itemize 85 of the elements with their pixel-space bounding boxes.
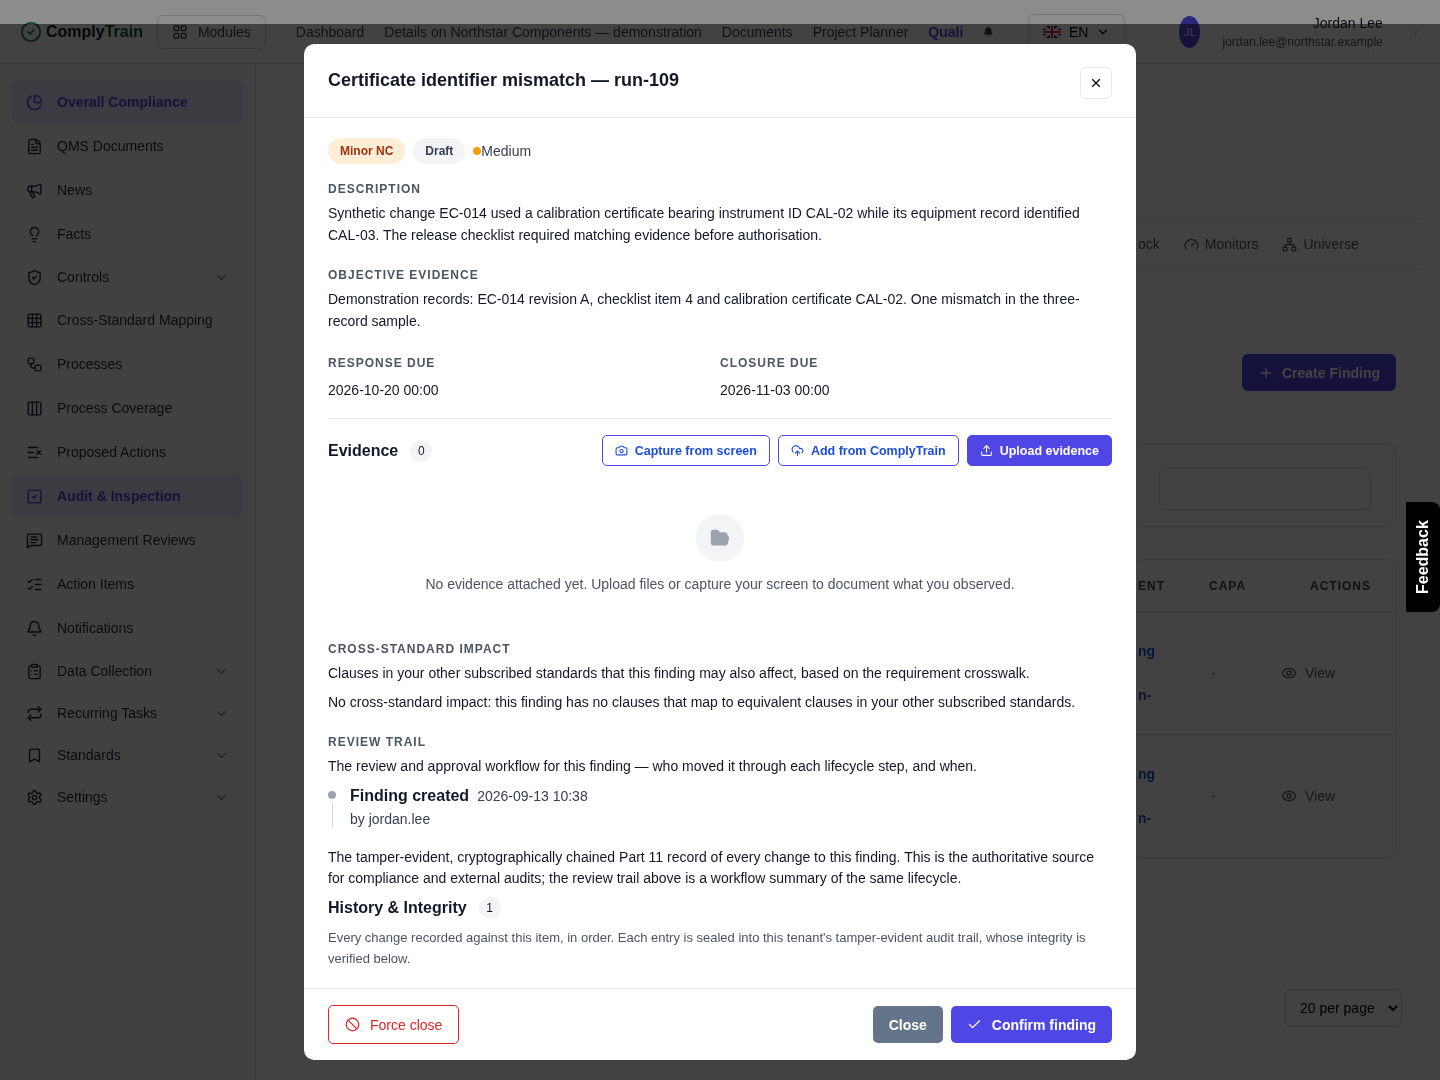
table-link[interactable]: ng bbox=[1138, 643, 1165, 659]
close-dialog-button[interactable]: Close bbox=[872, 1006, 943, 1043]
date-value: 2026-11-03 00:00 bbox=[720, 382, 831, 398]
sidebar-item[interactable]: Standards bbox=[12, 734, 243, 776]
sidebar-item[interactable]: QMS Documents bbox=[12, 124, 243, 168]
section-text: Clauses in your other subscribed standards that this finding may also affect, based on the requirement crosswalk. bbox=[328, 664, 1031, 683]
close-button[interactable] bbox=[1080, 66, 1112, 99]
button-icon bbox=[614, 444, 628, 457]
logo-icon bbox=[20, 20, 42, 43]
menu-item-icon bbox=[26, 399, 43, 417]
history-note: Every change recorded against this item, in order. Each entry is sealed into this tenant's tamper-evident audit trail, whose integrity is verified below. bbox=[328, 929, 1087, 968]
priority-label: Medium bbox=[481, 143, 532, 159]
feedback-tab[interactable]: Feedback bbox=[1406, 502, 1440, 612]
sidebar-item[interactable]: Process Coverage bbox=[12, 386, 243, 430]
folder-icon bbox=[696, 514, 744, 562]
tab-icon bbox=[1183, 236, 1199, 252]
sidebar-item[interactable]: Processes bbox=[12, 342, 243, 386]
brand-name: ComplyTrain bbox=[46, 22, 143, 41]
sidebar-item[interactable]: Facts bbox=[12, 212, 243, 256]
menu-item-icon bbox=[26, 487, 43, 505]
date-label: CLOSURE DUE bbox=[720, 356, 820, 370]
sidebar-item[interactable]: Recurring Tasks bbox=[12, 692, 243, 734]
evidence-button[interactable]: Upload evidence bbox=[966, 435, 1112, 466]
section-text: The review and approval workflow for this finding — who moved it through each lifecycle step, and when. bbox=[328, 757, 978, 776]
date-value: 2026-10-20 00:00 bbox=[328, 382, 440, 398]
button-icon bbox=[979, 444, 993, 457]
menu-item-icon bbox=[26, 311, 43, 329]
section-label: REVIEW TRAIL bbox=[328, 735, 427, 749]
section-label: DESCRIPTION bbox=[328, 182, 422, 196]
date-label: RESPONSE DUE bbox=[328, 356, 437, 370]
menu-item-icon bbox=[26, 181, 43, 199]
step-author: by jordan.lee bbox=[350, 811, 432, 827]
grid-icon bbox=[171, 23, 188, 40]
sidebar-item[interactable]: News bbox=[12, 168, 243, 212]
sidebar-item[interactable]: Action Items bbox=[12, 562, 243, 606]
eye-icon bbox=[1281, 665, 1297, 681]
section-text: No cross-standard impact: this finding has no clauses that map to equivalent clauses in your other subscribed standards. bbox=[328, 693, 1077, 712]
section-label: OBJECTIVE EVIDENCE bbox=[328, 268, 480, 282]
menu-item-icon bbox=[26, 788, 43, 806]
status-badge: Draft bbox=[413, 138, 466, 164]
table-link[interactable]: n- bbox=[1138, 810, 1165, 826]
menu-item-icon bbox=[26, 704, 43, 722]
empty-message: No evidence attached yet. Upload files or capture your screen to document what you observed. bbox=[425, 576, 1015, 592]
history-heading: History & Integrity bbox=[328, 899, 467, 917]
status-badge: Minor NC bbox=[328, 138, 406, 164]
menu-item-icon bbox=[26, 355, 43, 373]
flag-icon bbox=[1042, 25, 1061, 38]
count-badge: 1 bbox=[478, 897, 501, 919]
table-cell-text: - bbox=[1210, 665, 1217, 681]
sidebar-item[interactable]: Controls bbox=[12, 256, 243, 298]
section-text: The tamper-evident, cryptographically chained Part 11 record of every change to this finding. This is the authoritative source for compliance and external audits; the review trail above is a workflow summary of the same lifecycle. bbox=[328, 848, 1095, 888]
step-time: 2026-09-13 10:38 bbox=[477, 788, 588, 804]
sidebar-item[interactable]: Cross-Standard Mapping bbox=[12, 298, 243, 342]
sidebar-item[interactable]: Settings bbox=[12, 776, 243, 818]
force-close-button[interactable]: Force close bbox=[328, 1005, 460, 1044]
menu-item-icon bbox=[26, 268, 43, 286]
step-title: Finding created bbox=[350, 787, 470, 804]
table-link[interactable]: n- bbox=[1138, 687, 1165, 703]
timeline-dot bbox=[328, 791, 336, 799]
evidence-button[interactable]: Add from ComplyTrain bbox=[777, 435, 959, 466]
evidence-button[interactable]: Capture from screen bbox=[601, 435, 770, 466]
dialog-title: Certificate identifier mismatch — run-109 bbox=[328, 70, 680, 91]
count-badge: 0 bbox=[410, 439, 433, 462]
menu-item-icon bbox=[26, 662, 43, 680]
section-text: Demonstration records: EC-014 revision A, checklist item 4 and calibration certificate CAL-02. One mismatch in the three-record sample. bbox=[328, 290, 1081, 331]
ban-icon bbox=[345, 1017, 360, 1032]
menu-item-icon bbox=[26, 93, 43, 111]
menu-item-icon bbox=[26, 137, 43, 155]
sidebar-item[interactable]: Management Reviews bbox=[12, 518, 243, 562]
sidebar-item[interactable]: Data Collection bbox=[12, 650, 243, 692]
section-text: Synthetic change EC-014 used a calibration certificate bearing instrument ID CAL-02 while its equipment record identified CAL-03. The release checklist required matching evidence before authorisation. bbox=[328, 204, 1081, 245]
section-label: CROSS-STANDARD IMPACT bbox=[328, 642, 512, 656]
menu-item-icon bbox=[26, 531, 43, 549]
menu-item-icon bbox=[26, 746, 43, 764]
evidence-heading: Evidence bbox=[328, 441, 399, 460]
eye-icon bbox=[1281, 788, 1297, 804]
sidebar-item[interactable]: Notifications bbox=[12, 606, 243, 650]
tab-icon bbox=[1282, 236, 1298, 252]
button-icon bbox=[790, 444, 804, 457]
table-cell-text: - bbox=[1210, 788, 1217, 804]
sidebar-item[interactable]: Proposed Actions bbox=[12, 430, 243, 474]
confirm-button[interactable]: Confirm finding bbox=[950, 1006, 1112, 1043]
page-size-select[interactable]: 20 per page bbox=[1285, 989, 1402, 1027]
table-link[interactable]: ng bbox=[1138, 766, 1165, 782]
menu-item-icon bbox=[26, 619, 43, 637]
